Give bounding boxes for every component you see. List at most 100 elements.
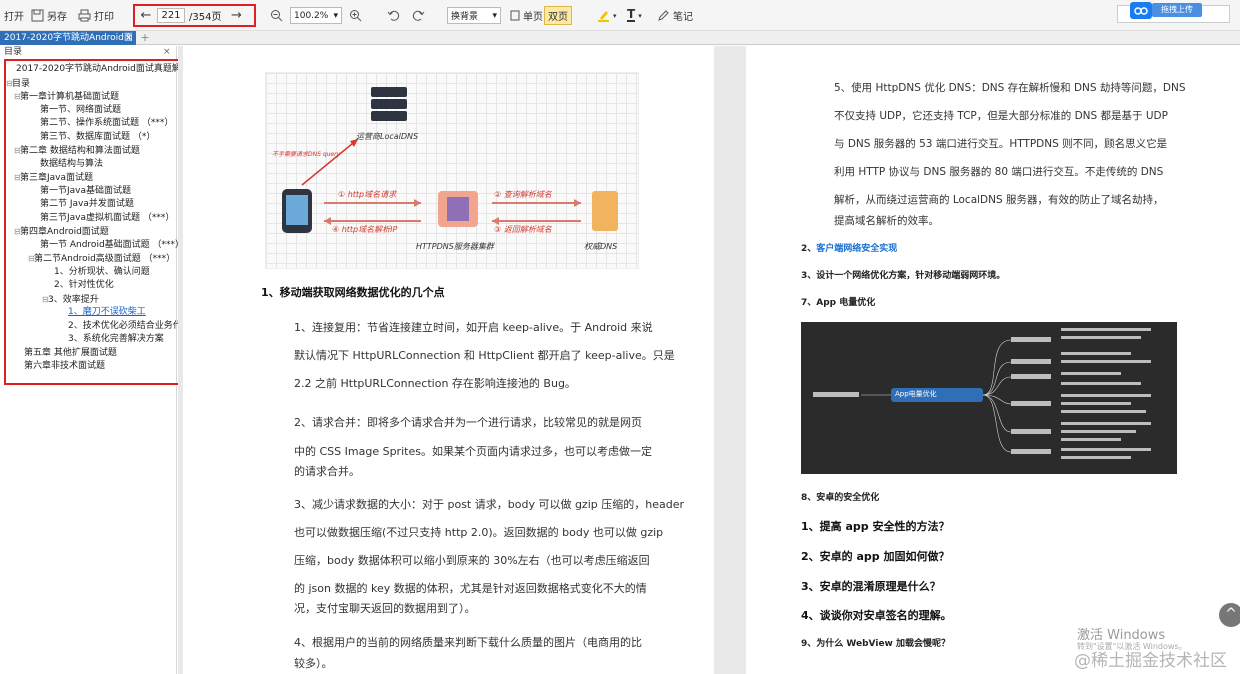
toc-item[interactable]: 第二节、操作系统面试题 （***）: [40, 118, 173, 129]
page-navigator: ← 221 /354页 →: [133, 4, 256, 27]
open-button[interactable]: 打开: [4, 0, 24, 31]
paragraph-line: 3、减少请求数据的大小：对于 post 请求，body 可以做 gzip 压缩的…: [294, 498, 684, 511]
toc-item[interactable]: 第二节 Java并发面试题: [40, 199, 134, 210]
save-as-button[interactable]: 另存: [31, 0, 67, 31]
list-item-prefix: 2、: [801, 244, 817, 254]
paragraph-line: 5、使用 HttpDNS 优化 DNS：DNS 存在解析慢和 DNS 劫持等问题…: [834, 82, 1186, 94]
toc-tree: 2017-2020字节跳动Android面试真题解析 ⊟目录 ⊟第一章计算机基础…: [4, 59, 182, 385]
zoom-value: 100.2%: [294, 10, 329, 21]
battery-optimization-mindmap: App电量优化: [801, 322, 1177, 474]
toc-item[interactable]: ⊟第二节Android高级面试题 （***）: [28, 253, 175, 265]
single-page-button[interactable]: 单页: [510, 0, 543, 31]
document-viewport[interactable]: 运营商LocalDNS 不手需要请求DNS query ① http域名请求 ②…: [178, 46, 1240, 674]
notes-button[interactable]: 笔记: [657, 0, 693, 31]
rotate-left-icon: [387, 10, 400, 21]
mindmap-center-label: App电量优化: [895, 390, 937, 398]
background-label: 换背景: [451, 12, 479, 22]
list-item-3: 3、设计一个网络优化方案，针对移动端弱网环境。: [801, 271, 1006, 281]
sidebar-close-icon[interactable]: ×: [163, 46, 171, 58]
paragraph-line: 默认情况下 HttpURLConnection 和 HttpClient 都开启…: [294, 349, 675, 362]
paragraph-line: 提高域名解析的效率。: [834, 215, 939, 227]
paragraph-line: 况，支付宝聊天返回的数据用到了）。: [294, 602, 476, 615]
paragraph-line: 的请求合并。: [294, 465, 360, 478]
scroll-to-top-button[interactable]: ^: [1219, 603, 1240, 627]
client-security-link[interactable]: 客户端网络安全实现: [816, 244, 897, 254]
label-return-ip: ④ http域名解析IP: [332, 225, 398, 234]
toc-item[interactable]: 3、系统化完善解决方案: [68, 334, 164, 345]
rotate-right-button[interactable]: [412, 0, 425, 31]
rotate-left-button[interactable]: [387, 0, 400, 31]
toc-item[interactable]: ⊟第三章Java面试题: [14, 172, 93, 184]
toc-item[interactable]: 2017-2020字节跳动Android面试真题解析: [16, 64, 180, 75]
toc-item-active[interactable]: 1、磨刀不误砍柴工: [68, 307, 146, 318]
chevron-down-icon: ▾: [638, 11, 642, 20]
double-page-button[interactable]: 双页: [544, 0, 572, 31]
background-select[interactable]: 换背景 ▾: [447, 7, 501, 24]
text-color-button[interactable]: T ▾: [627, 0, 642, 31]
rotate-right-icon: [412, 10, 425, 21]
single-page-label: 单页: [523, 12, 543, 23]
toc-item[interactable]: ⊟目录: [6, 78, 30, 90]
zoom-select[interactable]: 100.2% ▾: [290, 7, 342, 24]
toc-item-label: 第二节Android高级面试题 （***）: [34, 254, 176, 264]
toc-item[interactable]: 第一节、网络面试题: [40, 105, 121, 116]
paragraph-line: 1、连接复用：节省连接建立时间，如开启 keep-alive。于 Android…: [294, 321, 653, 334]
zoom-in-icon: [350, 10, 362, 22]
label-httpdns-cluster: HTTPDNS服务器集群: [416, 242, 494, 251]
toc-item[interactable]: 2、针对性优化: [54, 280, 114, 291]
page-right: 5、使用 HttpDNS 优化 DNS：DNS 存在解析慢和 DNS 劫持等问题…: [746, 46, 1240, 674]
double-page-toggle: 双页: [544, 6, 572, 25]
toc-item[interactable]: ⊟3、效率提升: [42, 294, 99, 306]
document-tab[interactable]: 2017-2020字节跳动Android面: [0, 31, 136, 45]
paragraph-line: 不仅支持 UDP，它还支持 TCP，但是大部分标准的 DNS 都是基于 UDP: [834, 110, 1168, 122]
toc-item[interactable]: 2、技术优化必须结合业务代码: [68, 321, 180, 332]
toc-item-label: 目录: [12, 79, 31, 89]
toc-item-label: 第一章计算机基础面试题: [20, 92, 120, 102]
cloud-icon: [1130, 2, 1152, 19]
toc-item-label: 第四章Android面试题: [20, 227, 109, 237]
highlighter-icon: [598, 11, 609, 22]
toc-item[interactable]: 数据结构与算法: [40, 159, 103, 170]
zoom-in-button[interactable]: [349, 0, 362, 31]
tab-close-icon[interactable]: ×: [124, 31, 134, 45]
toc-item[interactable]: 第六章非技术面试题: [24, 361, 105, 372]
highlighter-button[interactable]: ▾: [597, 0, 617, 31]
toc-item[interactable]: ⊟第四章Android面试题: [14, 226, 109, 238]
paragraph-line: 2、请求合并：即将多个请求合并为一个进行请求，比较常见的就是网页: [294, 416, 642, 429]
page-number-input[interactable]: 221: [157, 8, 185, 23]
next-page-icon[interactable]: →: [225, 8, 247, 23]
drag-upload-button[interactable]: 拖拽上传: [1152, 3, 1202, 17]
document-tab-title: 2017-2020字节跳动Android面: [4, 33, 133, 43]
label-return-domain: ③ 返回解析域名: [494, 225, 552, 234]
toc-item-label: 3、效率提升: [48, 295, 99, 305]
toc-item[interactable]: 第一节Java基础面试题: [40, 186, 131, 197]
toc-item[interactable]: 第一节 Android基础面试题 （***）: [40, 240, 180, 251]
label-query-domain: ② 查询解析域名: [494, 190, 552, 199]
open-label: 打开: [4, 12, 24, 23]
print-button[interactable]: 打印: [78, 0, 114, 31]
paragraph-line: 与 DNS 服务器的 53 端口进行交互。HTTPDNS 则不同，顾名思义它是: [834, 138, 1168, 150]
label-operator-dns: 运营商LocalDNS: [356, 132, 419, 141]
toc-item[interactable]: ⊟第一章计算机基础面试题: [14, 91, 119, 103]
list-item-9: 9、为什么 WebView 加载会慢呢？: [801, 639, 950, 649]
toc-item[interactable]: 第三节、数据库面试题 （*）: [40, 132, 155, 143]
zoom-out-button[interactable]: [270, 0, 283, 31]
paragraph-line: 解析，从而绕过运营商的 LocalDNS 服务器，有效的防止了域名劫持，: [834, 194, 1164, 206]
text-color-icon: T: [627, 7, 636, 22]
page-left: 运营商LocalDNS 不手需要请求DNS query ① http域名请求 ②…: [183, 46, 714, 674]
list-item-2: 2、客户端网络安全实现: [801, 241, 897, 254]
list-item-7: 7、App 电量优化: [801, 298, 876, 308]
toc-item[interactable]: 1、分析现状、确认问题: [54, 267, 150, 278]
tab-bar: 2017-2020字节跳动Android面 × +: [0, 31, 1240, 45]
prev-page-icon[interactable]: ←: [135, 8, 157, 23]
add-tab-icon[interactable]: +: [140, 31, 150, 45]
question: 2、安卓的 app 加固如何做？: [801, 550, 950, 563]
print-label: 打印: [94, 12, 114, 23]
toc-item[interactable]: ⊟第二章 数据结构和算法面试题: [14, 145, 140, 157]
paragraph-line: 利用 HTTP 协议与 DNS 服务器的 80 端口进行交互。不走传统的 DNS: [834, 166, 1164, 178]
paragraph-line: 2.2 之前 HttpURLConnection 存在影响连接池的 Bug。: [294, 377, 576, 390]
paragraph-line: 也可以做数据压缩(不过只支持 http 2.0)。返回数据的 body 也可以做…: [294, 526, 664, 539]
toc-item[interactable]: 第五章 其他扩展面试题: [24, 348, 117, 359]
toc-item[interactable]: 第三节Java虚拟机面试题 （***）: [40, 213, 174, 224]
paragraph-line: 的 json 数据的 key 数据的体积，尤其是针对返回数据格式变化不大的情: [294, 582, 647, 595]
